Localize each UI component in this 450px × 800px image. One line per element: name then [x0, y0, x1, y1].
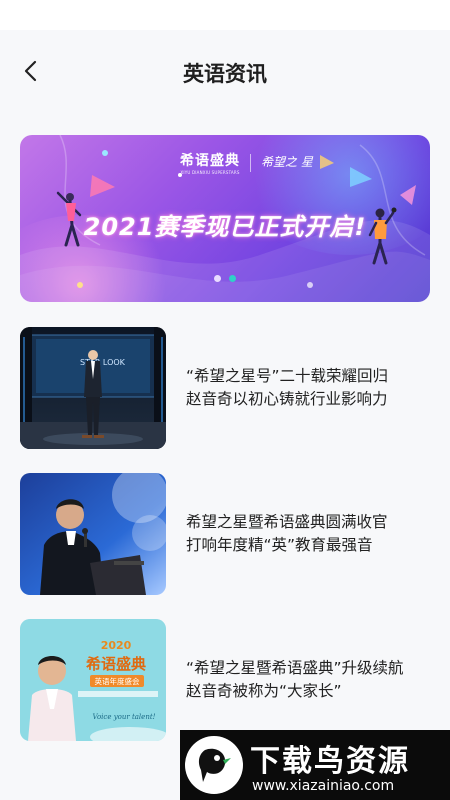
watermark-url: www.xiazainiao.com — [252, 778, 395, 794]
speaker-photo — [20, 473, 166, 595]
carousel-indicator — [20, 275, 430, 282]
news-thumbnail: STAR LOOK — [20, 327, 166, 449]
stage-photo: STAR LOOK — [20, 327, 166, 449]
svg-text:希语盛典: 希语盛典 — [86, 655, 146, 673]
news-title: “希望之星号”二十载荣耀回归 赵音奇以初心铸就行业影响力 — [186, 367, 389, 408]
carousel-dot-active[interactable] — [229, 275, 236, 282]
page-title: 英语资讯 — [183, 62, 267, 86]
news-item[interactable]: 2020 希语盛典 英语年度盛会 Voice your talent! “希望之… — [20, 619, 430, 741]
site-watermark: 下载鸟资源 www.xiazainiao.com — [180, 730, 450, 800]
status-bar — [0, 0, 450, 30]
xiyu-logo: 希语盛典 XIYU DIANXIU SUPERSTARS — [180, 153, 240, 175]
svg-text:Voice your talent!: Voice your talent! — [93, 713, 156, 721]
svg-text:2020: 2020 — [101, 639, 132, 652]
top-nav: 英语资讯 — [0, 30, 450, 110]
news-thumbnail — [20, 473, 166, 595]
banner-logos: 希语盛典 XIYU DIANXIU SUPERSTARS 希望之 星 — [180, 150, 313, 175]
app-screen: 英语资讯 希语盛典 XIYU DIANXIU SUPERSTARS 希望之 星 … — [0, 0, 450, 800]
news-item[interactable]: 希望之星暨希语盛典圆满收官 打响年度精“英”教育最强音 — [20, 473, 430, 595]
watermark-title: 下载鸟资源 — [250, 744, 410, 779]
news-thumbnail: 2020 希语盛典 英语年度盛会 Voice your talent! — [20, 619, 166, 741]
bird-logo-icon — [185, 736, 243, 794]
news-title: 希望之星暨希语盛典圆满收官 打响年度精“英”教育最强音 — [186, 513, 388, 554]
banner-carousel[interactable]: 希语盛典 XIYU DIANXIU SUPERSTARS 希望之 星 2021赛… — [20, 135, 430, 302]
svg-text:英语年度盛会: 英语年度盛会 — [95, 676, 140, 686]
hope-star-logo: 希望之 星 — [261, 155, 313, 169]
news-item[interactable]: STAR LOOK “希望之星号”二十载荣耀回归 赵音奇以初心铸就行业影响力 — [20, 327, 430, 449]
carousel-dot[interactable] — [214, 275, 221, 282]
news-title: “希望之星暨希语盛典”升级续航 赵音奇被称为“大家长” — [186, 659, 404, 700]
banner-headline: 2021赛季现已正式开启! — [83, 213, 367, 241]
poster-photo: 2020 希语盛典 英语年度盛会 Voice your talent! — [20, 619, 166, 741]
